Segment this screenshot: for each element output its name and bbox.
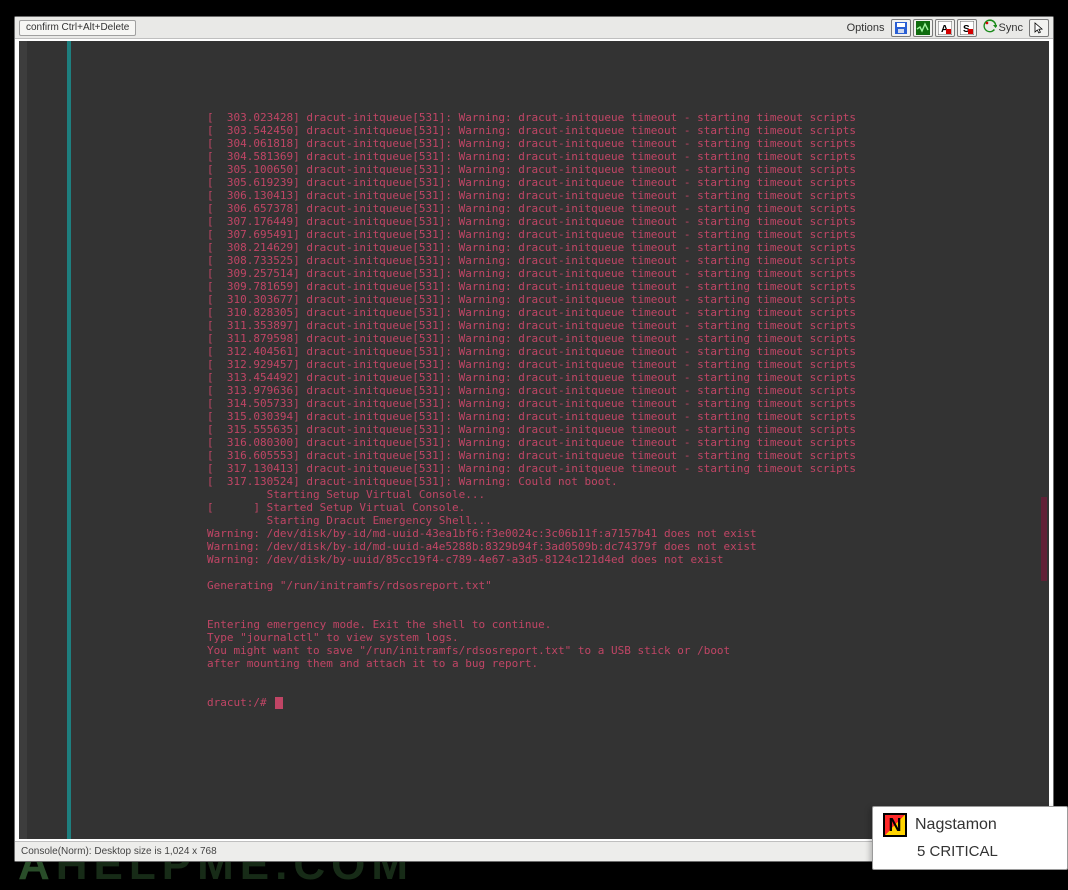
console-viewport[interactable]: [ 303.023428] dracut-initqueue[531]: War… (19, 41, 1049, 839)
sync-label: Sync (999, 22, 1023, 34)
options-label[interactable]: Options (847, 22, 885, 34)
status-left: Console(Norm): Desktop size is 1,024 x 7… (21, 846, 217, 857)
confirm-cad-button[interactable]: confirm Ctrl+Alt+Delete (19, 20, 136, 36)
vnc-window: confirm Ctrl+Alt+Delete Options A S Sync (14, 16, 1054, 862)
save-icon[interactable] (891, 19, 911, 37)
activity-icon[interactable] (913, 19, 933, 37)
s-red-icon[interactable]: S (957, 19, 977, 37)
nagstamon-title: Nagstamon (915, 816, 997, 834)
toolbar: confirm Ctrl+Alt+Delete Options A S Sync (15, 17, 1053, 39)
a-red-icon[interactable]: A (935, 19, 955, 37)
nagstamon-popup[interactable]: N Nagstamon 5 CRITICAL (872, 806, 1068, 870)
nagstamon-status: 5 CRITICAL (917, 843, 1057, 860)
sync-button[interactable]: Sync (979, 19, 1027, 36)
sync-icon (983, 19, 997, 36)
nagstamon-icon: N (883, 813, 907, 837)
terminal-output: [ 303.023428] dracut-initqueue[531]: War… (19, 41, 1049, 839)
cursor-icon[interactable] (1029, 19, 1049, 37)
